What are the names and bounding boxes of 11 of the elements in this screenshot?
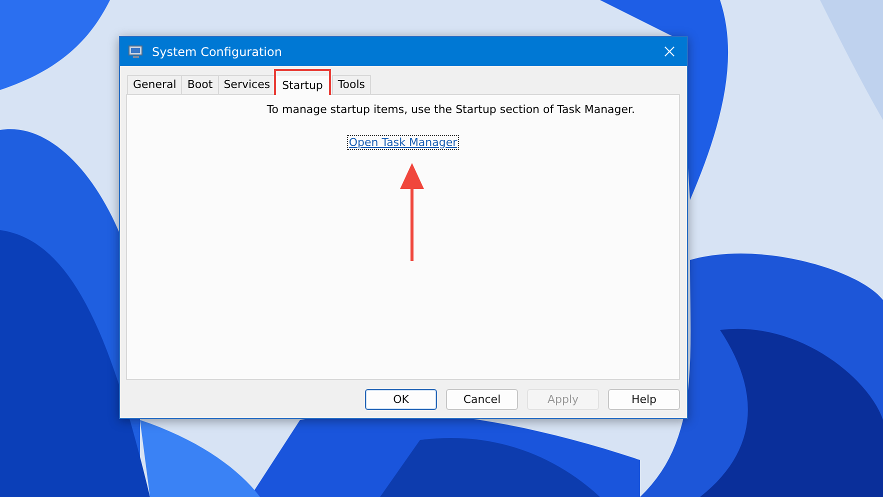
dialog-button[interactable]: Help <box>608 389 680 410</box>
tab[interactable]: Tools <box>332 75 372 94</box>
tab[interactable]: Startup <box>276 76 329 95</box>
window-title: System Configuration <box>152 44 283 58</box>
close-icon[interactable] <box>664 46 675 57</box>
instruction-text: To manage startup items, use the Startup section of Task Manager. <box>266 103 636 116</box>
task-manager-link[interactable]: Open Task Manager <box>348 136 458 149</box>
computer-icon <box>128 44 144 60</box>
dialog-button[interactable]: Cancel <box>446 389 518 410</box>
tab[interactable]: General <box>127 75 182 94</box>
dialog-button[interactable]: OK <box>365 389 437 410</box>
